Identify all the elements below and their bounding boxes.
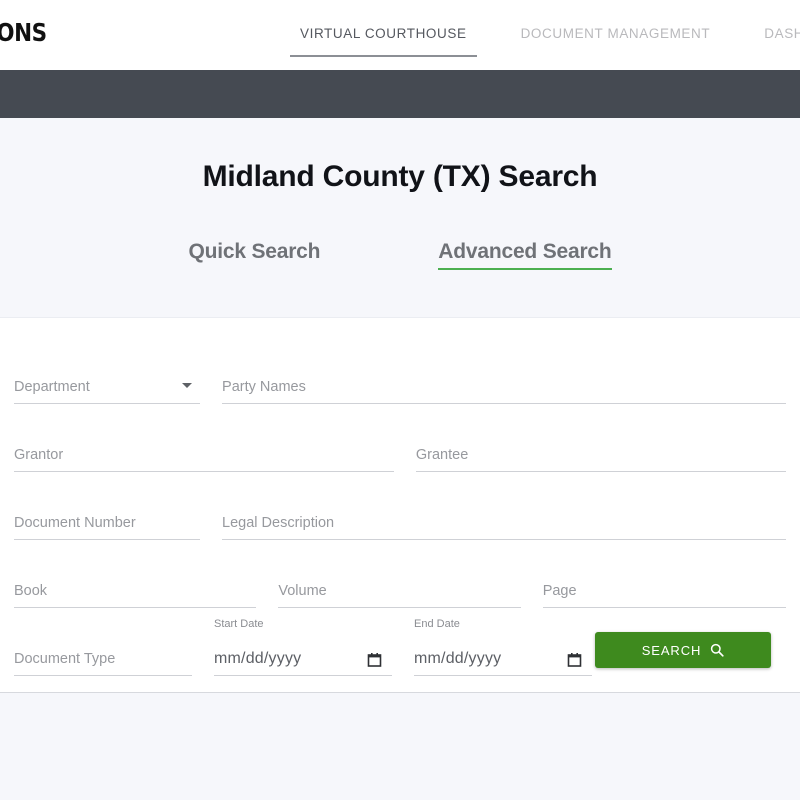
form-row-3: Document Number Legal Description — [14, 496, 786, 540]
field-underline — [278, 607, 521, 608]
start-date-label: Start Date — [214, 618, 264, 630]
hero-section: Midland County (TX) Search Quick Search … — [0, 118, 800, 318]
search-button[interactable]: SEARCH — [595, 632, 771, 668]
page-title: Midland County (TX) Search — [202, 160, 598, 193]
field-underline — [222, 539, 786, 540]
volume-input[interactable]: Volume — [278, 564, 521, 608]
form-row-2: Grantor Grantee — [14, 428, 786, 472]
nav-item-label: DASHBOARD — [764, 26, 800, 41]
tab-label: Quick Search — [188, 240, 321, 263]
form-row-1: Department Party Names — [14, 360, 786, 404]
brand-logo[interactable]: SOLUTIONS — [0, 18, 47, 47]
form-row-4: Book Volume Page — [14, 564, 786, 608]
start-date-input[interactable]: Start Date mm/dd/yyyy — [214, 618, 392, 676]
legal-description-input[interactable]: Legal Description — [222, 496, 786, 540]
field-underline — [14, 607, 257, 608]
search-button-label: SEARCH — [641, 642, 702, 658]
party-names-label: Party Names — [222, 379, 306, 395]
book-label: Book — [14, 583, 48, 599]
main-navigation: VIRTUAL COURTHOUSE DOCUMENT MANAGEMENT D… — [290, 0, 800, 70]
document-type-input[interactable]: Document Type — [14, 632, 192, 676]
calendar-icon[interactable] — [367, 652, 382, 667]
top-header-bar: SOLUTIONS VIRTUAL COURTHOUSE DOCUMENT MA… — [0, 0, 800, 70]
calendar-icon[interactable] — [567, 652, 582, 667]
field-underline — [414, 675, 592, 676]
nav-item-dashboard[interactable]: DASHBOARD — [764, 0, 800, 41]
legal-description-label: Legal Description — [222, 515, 335, 531]
end-date-value: mm/dd/yyyy — [414, 650, 502, 667]
tab-label: Advanced Search — [438, 240, 612, 263]
dark-accent-band — [0, 70, 800, 118]
document-number-label: Document Number — [14, 515, 136, 531]
book-input[interactable]: Book — [14, 564, 257, 608]
page-input[interactable]: Page — [542, 564, 786, 608]
end-date-label: End Date — [414, 618, 460, 630]
field-underline — [214, 675, 392, 676]
search-icon — [710, 643, 724, 657]
grantee-input[interactable]: Grantee — [415, 428, 786, 472]
field-underline — [222, 403, 786, 404]
nav-item-label: DOCUMENT MANAGEMENT — [520, 26, 711, 41]
document-number-input[interactable]: Document Number — [14, 496, 201, 540]
grantor-input[interactable]: Grantor — [14, 428, 394, 472]
document-type-label: Document Type — [14, 651, 116, 667]
volume-label: Volume — [278, 583, 327, 599]
nav-item-label: VIRTUAL COURTHOUSE — [300, 26, 467, 41]
grantor-label: Grantor — [14, 447, 64, 463]
party-names-input[interactable]: Party Names — [222, 360, 786, 404]
field-underline — [14, 471, 394, 472]
nav-item-virtual-courthouse[interactable]: VIRTUAL COURTHOUSE — [290, 0, 477, 57]
field-underline — [14, 403, 201, 404]
department-select[interactable]: Department — [14, 360, 201, 404]
advanced-search-form: Department Party Names Grantor Grantee D… — [0, 318, 800, 693]
page-label: Page — [542, 583, 577, 599]
nav-item-document-management[interactable]: DOCUMENT MANAGEMENT — [521, 0, 711, 41]
field-underline — [14, 675, 192, 676]
start-date-value: mm/dd/yyyy — [214, 650, 302, 667]
end-date-input[interactable]: End Date mm/dd/yyyy — [414, 618, 592, 676]
field-underline — [542, 607, 786, 608]
tab-advanced-search[interactable]: Advanced Search — [438, 240, 612, 270]
search-mode-tabs: Quick Search Advanced Search — [0, 240, 800, 270]
tab-quick-search[interactable]: Quick Search — [188, 240, 320, 270]
department-label: Department — [14, 379, 90, 395]
field-underline — [14, 539, 201, 540]
grantee-label: Grantee — [415, 447, 469, 463]
page-footer-space — [0, 693, 800, 800]
chevron-down-icon — [182, 383, 193, 388]
field-underline — [415, 471, 786, 472]
